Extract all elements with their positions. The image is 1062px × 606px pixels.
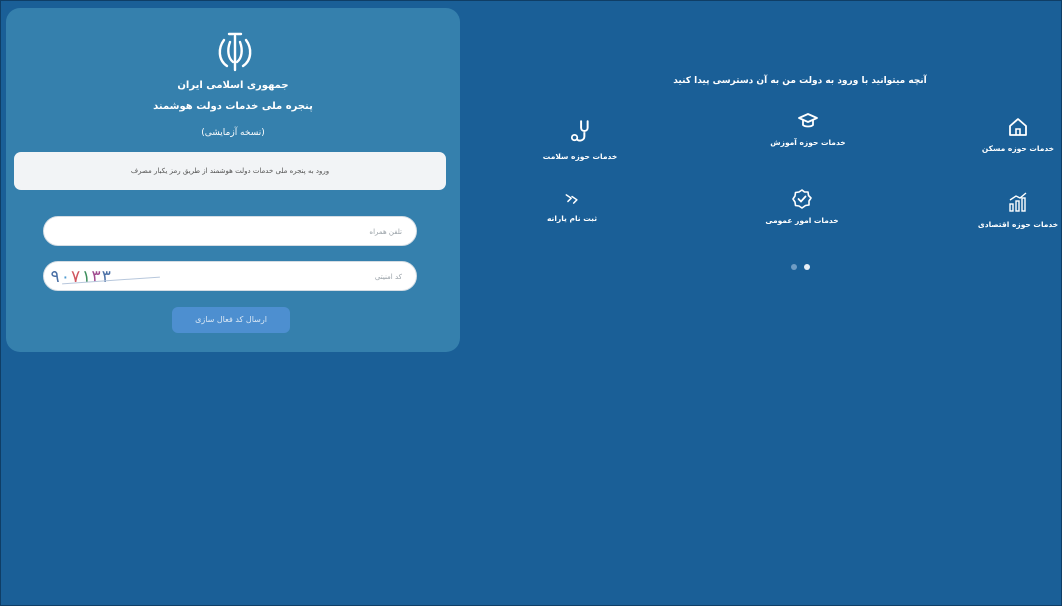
services-title: آنچه میتوانید با ورود به دولت من به آن د… <box>673 76 927 86</box>
captcha-field[interactable]: ۹۰۷۱۳۳ کد امنیتی <box>43 261 417 291</box>
service-label: خدمات حوزه سلامت <box>542 152 618 161</box>
login-panel: جمهوری اسلامی ایران پنجره ملی خدمات دولت… <box>6 8 460 352</box>
service-label: خدمات حوزه آموزش <box>770 138 846 147</box>
portal-title: پنجره ملی خدمات دولت هوشمند <box>153 101 313 112</box>
version-label: (نسخه آزمایشی) <box>201 128 265 138</box>
service-housing[interactable]: خدمات حوزه مسکن <box>958 116 1062 153</box>
login-notice: ورود به پنجره ملی خدمات دولت هوشمند از ط… <box>14 152 446 190</box>
captcha-placeholder: کد امنیتی <box>374 273 402 281</box>
phone-field[interactable]: تلفن همراه <box>43 216 417 246</box>
send-activation-code-button[interactable]: ارسال کد فعال سازی <box>172 307 290 333</box>
carousel-pagination <box>788 264 818 272</box>
service-label: خدمات امور عمومی <box>765 216 839 225</box>
service-economy[interactable]: خدمات حوزه اقتصادی <box>958 190 1062 229</box>
carousel-dot-active[interactable] <box>804 264 810 270</box>
subsidy-icon <box>565 194 578 204</box>
service-label: خدمات حوزه اقتصادی <box>977 220 1059 229</box>
service-subsidy[interactable]: ثبت نام یارانه <box>512 190 632 223</box>
captcha-image: ۹۰۷۱۳۳ <box>50 266 162 288</box>
iran-emblem-icon <box>218 32 252 72</box>
growth-chart-icon <box>1009 192 1027 212</box>
badge-check-icon <box>792 189 812 209</box>
phone-placeholder: تلفن همراه <box>369 228 402 236</box>
carousel-dot[interactable] <box>791 264 797 270</box>
house-icon <box>1009 118 1027 136</box>
service-education[interactable]: خدمات حوزه آموزش <box>748 110 868 147</box>
service-label: خدمات حوزه مسکن <box>981 144 1055 153</box>
service-health[interactable]: خدمات حوزه سلامت <box>520 116 640 161</box>
graduation-cap-icon <box>798 113 818 128</box>
service-label: ثبت نام یارانه <box>546 214 598 223</box>
service-public-affairs[interactable]: خدمات امور عمومی <box>742 188 862 225</box>
org-title: جمهوری اسلامی ایران <box>177 80 289 91</box>
stethoscope-icon <box>570 120 589 142</box>
